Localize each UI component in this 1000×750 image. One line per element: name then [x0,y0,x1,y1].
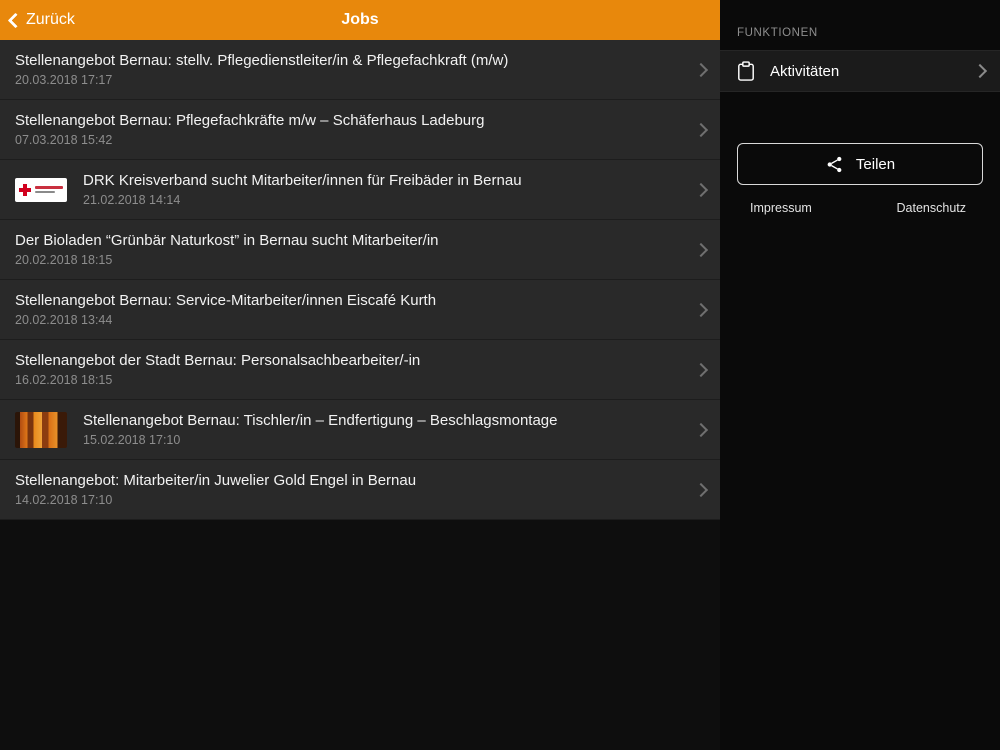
red-cross-icon [19,183,31,196]
chevron-right-icon [972,63,988,79]
clipboard-icon [738,60,754,81]
jobs-panel: Zurück Jobs Stellenangebot Bernau: stell… [0,0,720,750]
drk-logo-thumbnail [15,177,67,202]
job-date: 20.03.2018 17:17 [15,73,113,87]
chevron-right-icon [693,242,709,257]
activities-label: Aktivitäten [770,62,840,80]
chevron-right-icon [693,62,709,77]
job-title: Stellenangebot Bernau: Service-Mitarbeit… [15,292,437,309]
navigation-bar: Zurück Jobs [0,0,720,40]
share-icon [827,156,842,172]
job-date: 14.02.2018 17:10 [15,493,113,507]
list-item[interactable]: Stellenangebot: Mitarbeiter/in Juwelier … [0,460,720,520]
page-title: Jobs [341,11,379,28]
chevron-right-icon [693,362,709,377]
share-button-label: Teilen [855,155,896,173]
app-window: Zurück Jobs Stellenangebot Bernau: stell… [0,0,1000,750]
job-date: 21.02.2018 14:14 [83,193,181,207]
chevron-right-icon [693,122,709,137]
list-item[interactable]: Stellenangebot Bernau: Pflegefachkräfte … [0,100,720,160]
chevron-right-icon [693,182,709,197]
legal-links-row: Impressum Datenschutz [720,185,1000,215]
chevron-right-icon [693,302,709,317]
list-item[interactable]: Stellenangebot Bernau: stellv. Pflegedie… [0,40,720,100]
chevron-left-icon [7,12,24,28]
job-date: 20.02.2018 13:44 [15,313,113,327]
job-title: Stellenangebot: Mitarbeiter/in Juwelier … [15,472,417,489]
sidebar-section-title: FUNKTIONEN [737,27,818,39]
chevron-right-icon [693,482,709,497]
back-button[interactable]: Zurück [0,11,75,29]
job-list: Stellenangebot Bernau: stellv. Pflegedie… [0,40,720,520]
datenschutz-link[interactable]: Datenschutz [897,201,966,215]
drk-logo-text-lines [35,186,63,193]
list-item[interactable]: Stellenangebot der Stadt Bernau: Persona… [0,340,720,400]
job-date: 16.02.2018 18:15 [15,373,113,387]
job-title: DRK Kreisverband sucht Mitarbeiter/innen… [83,172,522,189]
share-button[interactable]: Teilen [737,143,983,185]
job-title: Stellenangebot Bernau: Pflegefachkräfte … [15,112,485,129]
job-date: 15.02.2018 17:10 [83,433,181,447]
job-date: 07.03.2018 15:42 [15,133,113,147]
job-title: Stellenangebot der Stadt Bernau: Persona… [15,352,421,369]
chevron-right-icon [693,422,709,437]
job-title: Der Bioladen “Grünbär Naturkost” in Bern… [15,232,439,249]
list-item[interactable]: DRK Kreisverband sucht Mitarbeiter/innen… [0,160,720,220]
job-title: Stellenangebot Bernau: stellv. Pflegedie… [15,52,509,69]
list-item[interactable]: Stellenangebot Bernau: Tischler/in – End… [0,400,720,460]
job-title: Stellenangebot Bernau: Tischler/in – End… [83,412,558,429]
activities-row[interactable]: Aktivitäten [720,50,1000,92]
wood-photo-thumbnail [15,411,67,448]
list-item[interactable]: Stellenangebot Bernau: Service-Mitarbeit… [0,280,720,340]
back-button-label: Zurück [26,11,75,28]
list-item[interactable]: Der Bioladen “Grünbär Naturkost” in Bern… [0,220,720,280]
job-date: 20.02.2018 18:15 [15,253,113,267]
impressum-link[interactable]: Impressum [750,201,812,215]
functions-sidebar: FUNKTIONEN Aktivitäten Teilen Impressum … [720,0,1000,750]
